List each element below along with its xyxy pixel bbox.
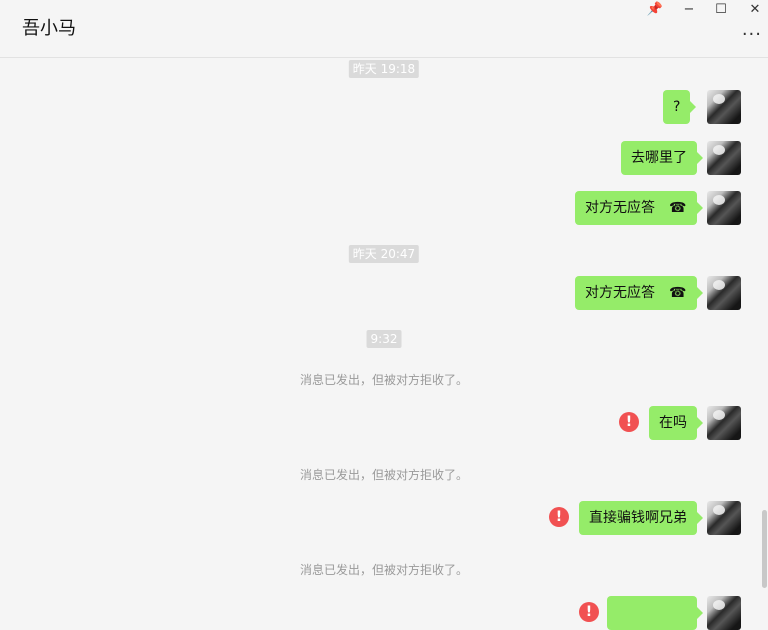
avatar[interactable] <box>707 191 741 225</box>
send-failed-icon[interactable]: ! <box>619 412 639 432</box>
system-notice: 消息已发出，但被对方拒收了。 <box>299 563 468 577</box>
avatar[interactable] <box>707 406 741 440</box>
minimize-button[interactable]: − <box>677 0 701 18</box>
avatar[interactable] <box>707 90 741 124</box>
message-list[interactable]: 昨天 19:18 ? 去哪里了 对方无应答 ☎ 昨天 20:47 对方无应答 ☎ 9… <box>0 58 768 630</box>
timestamp: 9:32 <box>366 330 402 348</box>
close-button[interactable]: ✕ <box>743 0 767 18</box>
more-options-button[interactable]: ··· <box>742 24 762 45</box>
phone-hangup-icon: ☎ <box>669 200 687 216</box>
phone-hangup-icon: ☎ <box>669 285 687 301</box>
message-bubble[interactable]: ? <box>663 90 697 124</box>
pin-icon[interactable]: 📌 <box>643 0 667 18</box>
scrollbar[interactable] <box>762 510 767 588</box>
message-bubble[interactable] <box>607 596 703 630</box>
call-status: 对方无应答 <box>585 200 655 216</box>
avatar[interactable] <box>707 141 741 175</box>
call-status: 对方无应答 <box>585 285 655 301</box>
chat-title: 吾小马 <box>22 18 76 39</box>
system-notice: 消息已发出，但被对方拒收了。 <box>299 373 468 387</box>
chat-header: 吾小马 📌 − ☐ ✕ ··· <box>0 0 768 58</box>
avatar[interactable] <box>707 276 741 310</box>
call-message-bubble[interactable]: 对方无应答 ☎ <box>575 191 703 225</box>
message-bubble[interactable]: 去哪里了 <box>621 141 703 175</box>
avatar[interactable] <box>707 596 741 630</box>
maximize-button[interactable]: ☐ <box>709 0 733 18</box>
timestamp: 昨天 19:18 <box>348 60 420 78</box>
send-failed-icon[interactable]: ! <box>579 602 599 622</box>
avatar[interactable] <box>707 501 741 535</box>
timestamp: 昨天 20:47 <box>348 245 420 263</box>
system-notice: 消息已发出，但被对方拒收了。 <box>299 468 468 482</box>
call-message-bubble[interactable]: 对方无应答 ☎ <box>575 276 703 310</box>
message-bubble[interactable]: 直接骗钱啊兄弟 <box>579 501 703 535</box>
message-bubble[interactable]: 在吗 <box>649 406 703 440</box>
send-failed-icon[interactable]: ! <box>549 507 569 527</box>
